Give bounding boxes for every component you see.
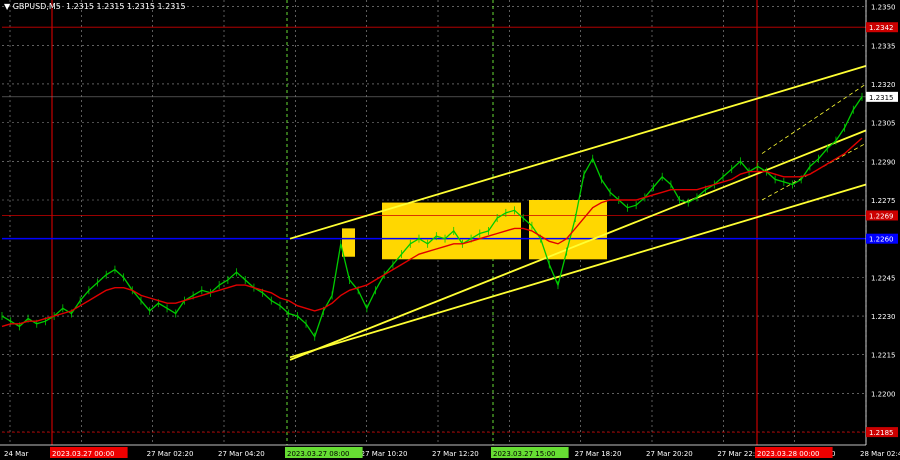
time-marker-label: 2023.03.28 00:00 xyxy=(757,450,819,458)
level-price-label: 1.2260 xyxy=(869,236,894,244)
y-tick-label: 1.2305 xyxy=(871,120,896,128)
symbol-label: GBPUSD,M5 xyxy=(12,2,61,11)
fork-line-upper[interactable] xyxy=(761,83,867,154)
y-tick-label: 1.2245 xyxy=(871,274,896,282)
y-tick-label: 1.2350 xyxy=(871,4,896,12)
x-tick-label: 27 Mar 20:20 xyxy=(646,450,693,458)
x-tick-label: 27 Mar 12:20 xyxy=(432,450,479,458)
x-tick-label: 27 Mar 04:20 xyxy=(218,450,265,458)
x-tick-label: 27 Mar 02:20 xyxy=(147,450,194,458)
ohlc-values: 1.2315 1.2315 1.2315 1.2315 xyxy=(65,2,186,11)
y-tick-label: 1.2335 xyxy=(871,42,896,50)
channel-line-middle[interactable] xyxy=(289,129,867,361)
y-tick-label: 1.2200 xyxy=(871,390,896,398)
highlight-zone xyxy=(382,202,521,260)
highlight-zone xyxy=(342,228,355,257)
y-tick-label: 1.2215 xyxy=(871,352,896,360)
x-tick-label: 28 Mar 02:40 xyxy=(860,450,900,458)
highlight-zone xyxy=(529,200,607,260)
collapse-triangle-icon[interactable]: ▼ xyxy=(4,2,13,11)
price-chart[interactable]: 1.2350 1.2335 1.2320 1.2305 1.2290 1.2275 1.22… xyxy=(0,0,900,460)
x-tick-label: 24 Mar xyxy=(4,450,28,458)
time-marker-label: 2023.03.27 00:00 xyxy=(52,450,114,458)
y-tick-label: 1.2230 xyxy=(871,313,896,321)
level-price-label: 1.2185 xyxy=(869,429,894,437)
chart-window: { "header": { "symbol_label": "GBPUSD,M5… xyxy=(0,0,900,460)
time-marker-label: 2023.03.27 08:00 xyxy=(287,450,349,458)
time-marker-label: 2023.03.27 15:00 xyxy=(493,450,555,458)
chart-header: ▼ GBPUSD,M5 1.2315 1.2315 1.2315 1.2315 xyxy=(4,2,186,11)
level-price-label: 1.2342 xyxy=(869,24,894,32)
y-tick-label: 1.2320 xyxy=(871,81,896,89)
level-price-label: 1.2269 xyxy=(869,212,894,220)
level-price-label: 1.2315 xyxy=(869,94,894,102)
x-tick-label: 27 Mar 10:20 xyxy=(361,450,408,458)
y-tick-label: 1.2290 xyxy=(871,158,896,166)
x-tick-label: 27 Mar 18:20 xyxy=(575,450,622,458)
y-tick-label: 1.2275 xyxy=(871,197,896,205)
